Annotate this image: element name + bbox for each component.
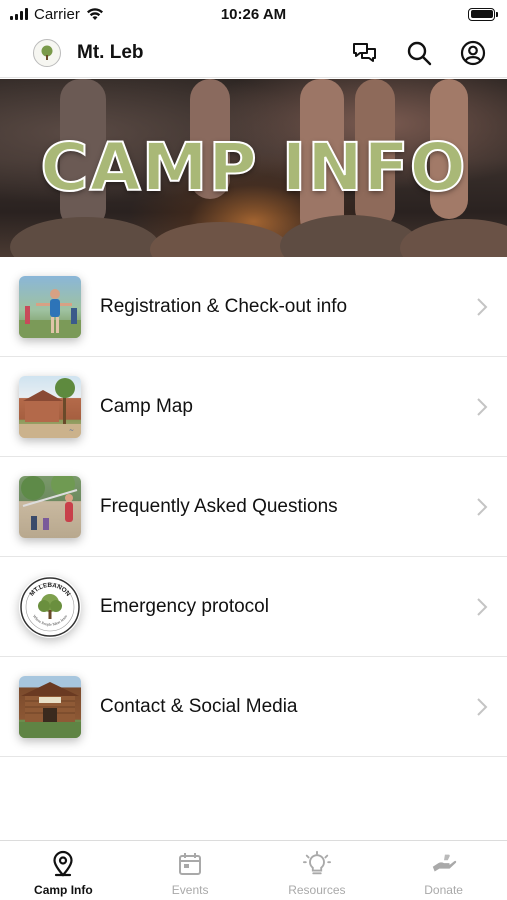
registration-thumbnail [19, 275, 81, 338]
list-item-contact[interactable]: Contact & Social Media [0, 657, 507, 757]
svg-text:~: ~ [69, 427, 74, 434]
chevron-right-icon [477, 697, 488, 716]
carrier-label: Carrier [34, 5, 80, 23]
list-item-registration[interactable]: Registration & Check-out info [0, 257, 507, 357]
signal-icon [10, 8, 28, 20]
list-item-label: Emergency protocol [100, 595, 269, 617]
list-item-camp-map[interactable]: ~ Camp Map [0, 357, 507, 457]
map-pin-icon [49, 850, 77, 878]
hero-banner: CAMP INFO [0, 79, 507, 257]
tab-label: Resources [288, 883, 346, 897]
wifi-icon [86, 8, 103, 20]
hero-photo-detail [400, 219, 507, 257]
svg-text:MT.LEBANON: MT.LEBANON [28, 581, 71, 597]
hero-photo-detail [10, 217, 160, 257]
tab-donate[interactable]: Donate [380, 841, 507, 900]
list-item-label: Camp Map [100, 395, 193, 417]
hero-title: CAMP INFO [39, 128, 467, 207]
list-item-label: Registration & Check-out info [100, 295, 348, 317]
list-item-faq[interactable]: Frequently Asked Questions [0, 457, 507, 557]
chevron-right-icon [477, 497, 488, 516]
app-title: Mt. Leb [77, 41, 144, 63]
list-item-label: Contact & Social Media [100, 695, 298, 717]
mt-lebanon-logo: MT.LEBANON Where People Meet Jesus [19, 575, 81, 638]
faq-thumbnail [19, 475, 81, 538]
camp-info-list: Registration & Check-out info ~ Camp Map [0, 257, 507, 757]
chevron-right-icon [477, 597, 488, 616]
tab-resources[interactable]: Resources [254, 841, 381, 900]
lightbulb-icon [302, 850, 331, 878]
account-icon[interactable] [457, 37, 489, 69]
camp-map-thumbnail: ~ [19, 375, 81, 438]
battery-icon [468, 7, 498, 21]
tab-events[interactable]: Events [127, 841, 254, 900]
tab-label: Donate [424, 883, 463, 897]
tab-label: Camp Info [34, 883, 93, 897]
list-item-label: Frequently Asked Questions [100, 495, 338, 517]
hero-photo-detail [150, 222, 290, 257]
header-actions [349, 37, 489, 69]
contact-thumbnail [19, 675, 81, 738]
status-bar: Carrier 10:26 AM [0, 0, 507, 28]
logo-text-top: MT.LEBANON [28, 581, 71, 597]
status-left: Carrier [10, 6, 104, 23]
chevron-right-icon [477, 397, 488, 416]
donate-hand-icon [430, 850, 458, 878]
svg-text:Where People Meet Jesus: Where People Meet Jesus [32, 613, 68, 626]
search-icon[interactable] [403, 37, 435, 69]
logo-text-bottom: Where People Meet Jesus [32, 613, 68, 626]
tree-logo-icon [41, 45, 53, 60]
app-logo [33, 38, 61, 67]
tab-camp-info[interactable]: Camp Info [0, 841, 127, 900]
tab-bar: Camp Info Events Resources Donate [0, 840, 507, 900]
list-item-emergency[interactable]: MT.LEBANON Where People Meet Jesus Emerg… [0, 557, 507, 657]
tab-label: Events [171, 883, 209, 897]
calendar-icon [176, 850, 204, 878]
app-header: Mt. Leb [0, 28, 507, 78]
chevron-right-icon [477, 297, 488, 316]
chat-bubbles-icon[interactable] [349, 37, 381, 69]
